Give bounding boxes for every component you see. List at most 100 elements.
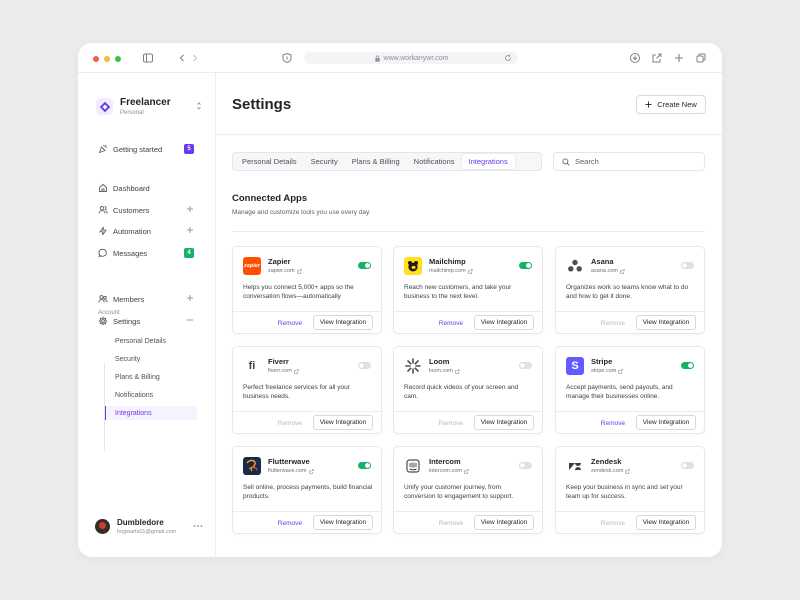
more-horizontal-icon[interactable] (193, 524, 203, 528)
view-integration-button[interactable]: View Integration (636, 315, 696, 330)
collapse-minus-icon[interactable] (186, 316, 194, 324)
integration-card-asana: Asana asana.com Organizes work so teams … (555, 246, 705, 334)
remove-button[interactable]: Remove (439, 320, 463, 327)
minimize-window-button[interactable] (104, 56, 110, 62)
app-name: Flutterwave (268, 457, 310, 466)
remove-button[interactable]: Remove (439, 520, 463, 527)
remove-button[interactable]: Remove (439, 420, 463, 427)
sidebar-item-dashboard[interactable]: Dashboard (98, 181, 194, 195)
integration-card-zapier: zapier Zapier zapier.com Helps you conne… (232, 246, 382, 334)
tab-integrations[interactable]: Integrations (461, 154, 515, 169)
integration-card-zendesk: Zendesk zendesk.com Keep your business i… (555, 446, 705, 534)
remove-button[interactable]: Remove (601, 520, 625, 527)
integration-toggle[interactable] (358, 362, 371, 369)
share-icon[interactable] (651, 52, 663, 64)
integration-toggle[interactable] (519, 462, 532, 469)
app-name: Asana (591, 257, 614, 266)
tab-personal-details[interactable]: Personal Details (235, 154, 304, 169)
expand-plus-icon[interactable] (186, 294, 194, 302)
search-input[interactable] (575, 157, 695, 166)
shield-icon[interactable] (281, 52, 293, 64)
workspace-switcher[interactable]: Freelancer Personal (96, 96, 202, 118)
app-website-link[interactable]: flutterwave.com (268, 468, 314, 474)
sidebar-item-getting-started[interactable]: Getting started 5 (98, 142, 194, 156)
app-website-link[interactable]: fiverr.com (268, 368, 299, 374)
create-new-button[interactable]: Create New (636, 95, 706, 114)
app-website-link[interactable]: asana.com (591, 268, 625, 274)
external-link-icon (468, 268, 473, 274)
messages-count-badge: 4 (184, 248, 194, 258)
app-name: Zapier (268, 257, 291, 266)
search-box[interactable] (553, 152, 705, 171)
reload-icon[interactable] (504, 54, 512, 62)
app-website-link[interactable]: loom.com (429, 368, 460, 374)
integration-toggle[interactable] (519, 362, 532, 369)
app-website-link[interactable]: mailchimp.com (429, 268, 473, 274)
close-window-button[interactable] (93, 56, 99, 62)
sidebar-item-messages[interactable]: Messages 4 (98, 246, 194, 260)
sidebar-toggle-icon[interactable] (142, 52, 154, 64)
download-icon[interactable] (629, 52, 641, 64)
external-link-icon (308, 468, 314, 474)
integration-toggle[interactable] (519, 262, 532, 269)
app-website-link[interactable]: intercom.com (429, 468, 469, 474)
integration-toggle[interactable] (681, 362, 694, 369)
view-integration-button[interactable]: View Integration (313, 315, 373, 330)
tabs-overview-icon[interactable] (695, 52, 707, 64)
sidebar-item-settings[interactable]: Settings (98, 314, 194, 328)
remove-button[interactable]: Remove (278, 420, 302, 427)
remove-button[interactable]: Remove (601, 320, 625, 327)
view-integration-button[interactable]: View Integration (636, 415, 696, 430)
app-name: Mailchimp (429, 257, 466, 266)
sidebar-item-members[interactable]: Members (98, 292, 194, 306)
message-icon (98, 248, 108, 258)
sidebar-item-automation[interactable]: Automation (98, 224, 194, 238)
loom-logo (404, 357, 422, 375)
sidebar-subitem-plans-billing[interactable]: Plans & Billing (105, 370, 197, 384)
app-website-link[interactable]: zendesk.com (591, 468, 630, 474)
address-bar[interactable]: www.workanywr.com (304, 52, 518, 64)
integration-toggle[interactable] (681, 262, 694, 269)
integration-toggle[interactable] (358, 262, 371, 269)
remove-button[interactable]: Remove (278, 520, 302, 527)
app-website-link[interactable]: stripe.com (591, 368, 623, 374)
app-website-link[interactable]: zapier.com (268, 268, 302, 274)
asana-logo (566, 257, 584, 275)
card-divider (233, 511, 381, 512)
search-icon (562, 157, 570, 166)
remove-button[interactable]: Remove (278, 320, 302, 327)
forward-arrow-icon[interactable] (189, 52, 201, 64)
users-icon (98, 205, 108, 215)
app-name: Intercom (429, 457, 461, 466)
maximize-window-button[interactable] (115, 56, 121, 62)
remove-button[interactable]: Remove (601, 420, 625, 427)
view-integration-button[interactable]: View Integration (474, 415, 534, 430)
new-tab-icon[interactable] (673, 52, 685, 64)
view-integration-button[interactable]: View Integration (474, 515, 534, 530)
integration-toggle[interactable] (358, 462, 371, 469)
integration-card-fiverr: fi Fiverr fiverr.com Perfect freelance s… (232, 346, 382, 434)
expand-plus-icon[interactable] (186, 226, 194, 234)
mailchimp-logo (404, 257, 422, 275)
back-arrow-icon[interactable] (176, 52, 188, 64)
integration-card-flutterwave: Flutterwave flutterwave.com Sell online,… (232, 446, 382, 534)
sidebar-subitem-integrations[interactable]: Integrations (105, 406, 197, 420)
tab-notifications[interactable]: Notifications (407, 154, 462, 169)
view-integration-button[interactable]: View Integration (313, 515, 373, 530)
view-integration-button[interactable]: View Integration (636, 515, 696, 530)
tab-plans-billing[interactable]: Plans & Billing (345, 154, 407, 169)
external-link-icon (625, 468, 630, 474)
view-integration-button[interactable]: View Integration (474, 315, 534, 330)
user-profile[interactable]: Dumbledore hogwarts01@gmail.com (95, 516, 203, 538)
view-integration-button[interactable]: View Integration (313, 415, 373, 430)
sidebar-subitem-notifications[interactable]: Notifications (105, 388, 197, 402)
sidebar-item-customers[interactable]: Customers (98, 203, 194, 217)
integration-card-intercom: Intercom intercom.com Unify your custome… (393, 446, 543, 534)
create-new-label: Create New (657, 100, 697, 109)
section-divider (232, 231, 705, 232)
sidebar-subitem-personal-details[interactable]: Personal Details (105, 334, 197, 348)
expand-plus-icon[interactable] (186, 205, 194, 213)
integration-toggle[interactable] (681, 462, 694, 469)
tab-security[interactable]: Security (304, 154, 345, 169)
sidebar-subitem-security[interactable]: Security (105, 352, 197, 366)
